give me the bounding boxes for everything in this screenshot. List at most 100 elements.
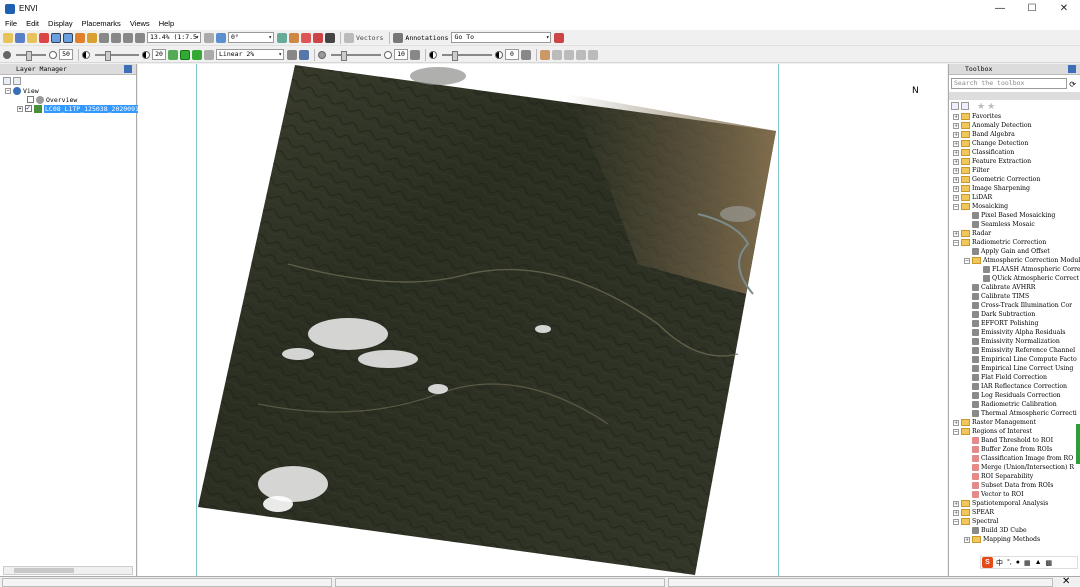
tree-row-landsat-layer[interactable]: + ✓ LC08_L1TP_125038_20200918_ bbox=[0, 104, 148, 113]
rotate-icon[interactable] bbox=[87, 32, 97, 43]
remove-icon[interactable] bbox=[313, 32, 323, 43]
collapse-toggle-icon[interactable]: − bbox=[5, 87, 11, 94]
microphone-icon[interactable]: ● bbox=[1016, 559, 1020, 566]
expand-toggle-icon[interactable]: + bbox=[953, 140, 959, 147]
toolbox-item[interactable]: + Feature Extraction bbox=[949, 157, 1080, 166]
expand-toggle-icon[interactable]: + bbox=[964, 536, 970, 543]
toolbox-item[interactable]: ROI Separability bbox=[949, 472, 1080, 481]
toolbox-item[interactable]: + Favorites bbox=[949, 112, 1080, 121]
toolbox-item[interactable]: + Mapping Methods bbox=[949, 535, 1080, 544]
menu-display[interactable]: Display bbox=[48, 19, 73, 28]
toolbox-item[interactable]: − Regions of Interest bbox=[949, 427, 1080, 436]
toolbox-item[interactable]: + Band Algebra bbox=[949, 130, 1080, 139]
overview-checkbox[interactable] bbox=[27, 96, 34, 103]
collapse-toggle-icon[interactable]: − bbox=[953, 239, 959, 246]
fly-icon[interactable] bbox=[75, 32, 85, 43]
toolbox-item[interactable]: + Geometric Correction bbox=[949, 175, 1080, 184]
sogou-logo[interactable]: S bbox=[982, 557, 993, 568]
toolbox-item[interactable]: IAR Reflectance Correction bbox=[949, 382, 1080, 391]
toolbox-item[interactable]: − Radiometric Correction bbox=[949, 238, 1080, 247]
toolbox-item[interactable]: Emissivity Reference Channel bbox=[949, 346, 1080, 355]
contrast-slider[interactable] bbox=[95, 50, 139, 61]
toolbox-item[interactable]: + Spatiotemporal Analysis bbox=[949, 499, 1080, 508]
toolbox-item[interactable]: Calibrate TIMS bbox=[949, 292, 1080, 301]
menu-help[interactable]: Help bbox=[159, 19, 174, 28]
toolbox-item[interactable]: Buffer Zone from ROIs bbox=[949, 445, 1080, 454]
expand-toggle-icon[interactable]: + bbox=[953, 500, 959, 507]
menu-views[interactable]: Views bbox=[130, 19, 150, 28]
toolbox-scrollbar[interactable] bbox=[1076, 424, 1080, 464]
favorite-add-icon[interactable]: ★ bbox=[977, 101, 985, 112]
toolbox-item[interactable]: Build 3D Cube bbox=[949, 526, 1080, 535]
expand-toggle-icon[interactable]: + bbox=[953, 131, 959, 138]
toolbox-item[interactable]: + SPEAR bbox=[949, 508, 1080, 517]
reset-icon[interactable] bbox=[168, 49, 178, 60]
stretch-combo[interactable]: Linear 2% ▾ bbox=[216, 49, 284, 60]
expand-toggle-icon[interactable]: + bbox=[953, 185, 959, 192]
tree-row-overview[interactable]: Overview bbox=[0, 95, 136, 104]
menu-placemarks[interactable]: Placemarks bbox=[82, 19, 121, 28]
histogram-icon[interactable] bbox=[204, 49, 214, 60]
menu-edit[interactable]: Edit bbox=[26, 19, 39, 28]
apps-icon[interactable]: ▩ bbox=[1046, 559, 1053, 567]
scrollbar-thumb[interactable] bbox=[14, 568, 74, 573]
stretch-roi-icon[interactable] bbox=[192, 49, 202, 60]
image-view[interactable]: N bbox=[138, 64, 947, 576]
view-split-icon[interactable] bbox=[576, 49, 586, 60]
toolbox-item[interactable]: Classification Image from RO bbox=[949, 454, 1080, 463]
portal-icon[interactable] bbox=[301, 32, 311, 43]
rotate-right-icon[interactable] bbox=[216, 32, 226, 43]
toolbox-item[interactable]: Radiometric Calibration bbox=[949, 400, 1080, 409]
rotation-combo[interactable]: 0° ▾ bbox=[228, 32, 274, 43]
cursor-value-icon[interactable] bbox=[39, 32, 49, 43]
toolbox-item[interactable]: FLAASH Atmospheric Correc bbox=[949, 265, 1080, 274]
expand-toggle-icon[interactable]: + bbox=[953, 230, 959, 237]
goto-combo[interactable]: Go To ▾ bbox=[451, 32, 552, 43]
expand-toggle-icon[interactable]: + bbox=[17, 105, 23, 112]
sharpen-slider[interactable] bbox=[331, 50, 381, 61]
toolbox-item[interactable]: + Filter bbox=[949, 166, 1080, 175]
close-button[interactable]: ✕ bbox=[1049, 0, 1079, 17]
expand-toggle-icon[interactable]: + bbox=[953, 122, 959, 129]
vectors-menu[interactable]: Vectors bbox=[356, 34, 383, 42]
menu-file[interactable]: File bbox=[5, 19, 17, 28]
toolbox-item[interactable]: QUick Atmospheric Correct bbox=[949, 274, 1080, 283]
transparency-reset-icon[interactable] bbox=[521, 49, 531, 60]
contrast-value[interactable]: 20 bbox=[152, 49, 166, 60]
expand-toggle-icon[interactable]: + bbox=[953, 509, 959, 516]
goto-icon[interactable] bbox=[554, 32, 565, 43]
collapse-toggle-icon[interactable]: − bbox=[953, 428, 959, 435]
toolbox-item[interactable]: + LiDAR bbox=[949, 193, 1080, 202]
toolbox-item[interactable]: Merge (Union/Intersection) R bbox=[949, 463, 1080, 472]
ime-language[interactable]: 中 bbox=[996, 558, 1003, 568]
expand-toggle-icon[interactable]: + bbox=[953, 194, 959, 201]
favorite-remove-icon[interactable]: ★ bbox=[987, 101, 995, 112]
toolbox-item[interactable]: Log Residuals Correction bbox=[949, 391, 1080, 400]
toolbox-item[interactable]: Subset Data from ROIs bbox=[949, 481, 1080, 490]
pin-icon[interactable] bbox=[1068, 65, 1076, 73]
satellite-image[interactable] bbox=[138, 64, 947, 576]
punctuation-icon[interactable]: °, bbox=[1007, 559, 1012, 566]
toolbox-item[interactable]: + Raster Management bbox=[949, 418, 1080, 427]
sharpen-reset-icon[interactable] bbox=[410, 49, 420, 60]
refresh-icon[interactable] bbox=[287, 49, 297, 60]
toolbox-item[interactable]: Apply Gain and Offset bbox=[949, 247, 1080, 256]
collapse-toggle-icon[interactable]: − bbox=[953, 518, 959, 525]
toolbox-item[interactable]: + Classification bbox=[949, 148, 1080, 157]
collapse-icon[interactable] bbox=[3, 76, 11, 85]
view-grid-icon[interactable] bbox=[588, 49, 598, 60]
expand-toggle-icon[interactable]: + bbox=[953, 158, 959, 165]
crosshair-icon[interactable] bbox=[289, 32, 299, 43]
stretch-icon[interactable] bbox=[180, 49, 190, 60]
toolbox-item[interactable]: − Mosaicking bbox=[949, 202, 1080, 211]
toolbox-item[interactable]: + Radar bbox=[949, 229, 1080, 238]
brightness-value[interactable]: 50 bbox=[59, 49, 73, 60]
toolbox-item[interactable]: Calibrate AVHRR bbox=[949, 283, 1080, 292]
toolbox-item[interactable]: Pixel Based Mosaicking bbox=[949, 211, 1080, 220]
collapse-icon[interactable] bbox=[951, 102, 959, 110]
zoom-icon[interactable] bbox=[99, 32, 109, 43]
zoom-in-icon[interactable] bbox=[111, 32, 121, 43]
toolbox-item[interactable]: Dark Subtraction bbox=[949, 310, 1080, 319]
pan-icon[interactable] bbox=[63, 32, 73, 43]
screen-icon[interactable] bbox=[325, 32, 335, 43]
